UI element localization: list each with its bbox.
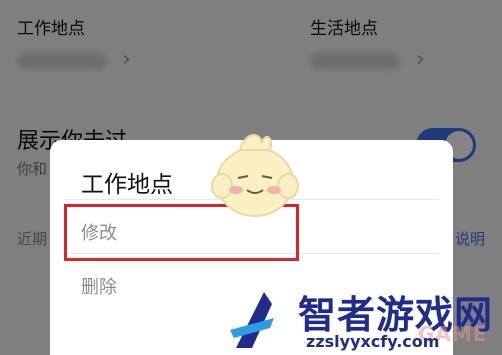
watermark-logo <box>230 292 274 348</box>
watermark-domain: zzslyyxcfy.com <box>306 332 440 351</box>
delete-option[interactable]: 删除 <box>81 273 117 299</box>
dialog-title: 工作地点 <box>81 172 173 198</box>
mascot-sticker <box>211 134 299 217</box>
